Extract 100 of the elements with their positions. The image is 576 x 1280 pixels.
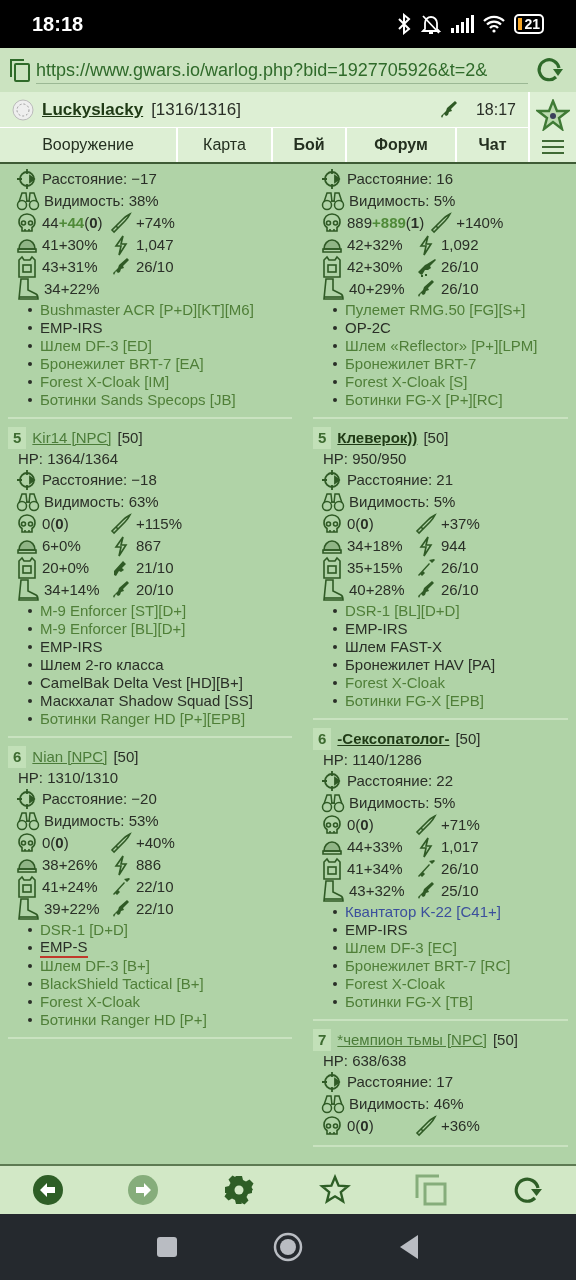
back-button[interactable] <box>31 1174 64 1206</box>
equipment-link[interactable]: Шлем DF-3 [ED] <box>40 337 152 355</box>
favorites-button[interactable] <box>536 99 570 131</box>
vest-icon <box>16 255 38 279</box>
skull-icon <box>321 814 343 836</box>
equipment-link[interactable]: Forest X-Cloak <box>345 674 446 692</box>
equipment-link[interactable]: DSR-1 [D+D] <box>40 921 128 939</box>
recents-button[interactable] <box>156 1236 178 1258</box>
equipment-link[interactable]: Шлем «Reflector» [P+][LPM] <box>345 337 538 355</box>
equipment-link[interactable]: Бронежилет BRT-7 <box>345 355 477 373</box>
stat-value: 43+31% <box>42 256 98 277</box>
stat-value: 38+26% <box>42 854 98 875</box>
equipment-link[interactable]: Forest X-Cloak <box>40 993 141 1011</box>
equipment-link[interactable]: Forest X-Cloak [IM] <box>40 373 170 391</box>
equipment-link[interactable]: Bushmaster ACR [P+D][KT][M6] <box>40 301 254 319</box>
nav-tab[interactable]: Форум <box>347 128 457 162</box>
equipment-link[interactable]: BlackShield Tactical [B+] <box>40 975 204 993</box>
visibility-text: Видимость: 38% <box>44 190 159 211</box>
equipment-link[interactable]: Ботинки Ranger HD [P+][EPB] <box>40 710 246 728</box>
bluetooth-icon <box>396 13 413 35</box>
vest-icon <box>321 556 343 580</box>
fighter-level: [50] <box>492 1029 518 1050</box>
turn-number: 6 <box>8 746 27 768</box>
equipment-link[interactable]: Ботинки FG-X [TB] <box>345 993 473 1011</box>
equipment-link[interactable]: Ботинки FG-X [P+][RC] <box>345 391 503 409</box>
target-icon <box>321 469 343 491</box>
fighter-name-link[interactable]: *чемпион тьмы [NPC] <box>337 1028 487 1052</box>
target-icon <box>16 469 38 491</box>
fighter-level: [50] <box>117 427 143 448</box>
equipment-link[interactable]: Бронежилет BRT-7 [EA] <box>40 355 204 373</box>
equipment-link[interactable]: Бронежилет BRT-7 [RC] <box>345 957 511 975</box>
list-bullet <box>28 982 32 986</box>
equipment-link[interactable]: Бронежилет HAV [PA] <box>345 656 496 674</box>
list-bullet <box>333 362 337 366</box>
equipment-link[interactable]: Маскхалат Shadow Squad [SS] <box>40 692 253 710</box>
boot-icon <box>321 879 345 903</box>
equipment-link[interactable]: Пулемет RMG.50 [FG][S+] <box>345 301 526 319</box>
equipment-link[interactable]: EMP-IRS <box>40 638 103 656</box>
equipment-link[interactable]: M-9 Enforcer [ST][D+] <box>40 602 187 620</box>
equipment-link[interactable]: DSR-1 [BL][D+D] <box>345 602 460 620</box>
equipment-link[interactable]: OP-2C <box>345 319 391 337</box>
bullet-icon <box>415 1115 437 1137</box>
fighter-name-link[interactable]: Nian [NPC] <box>32 745 108 769</box>
bookmark-button[interactable] <box>318 1174 351 1206</box>
binoculars-icon <box>321 492 345 512</box>
list-bullet <box>333 645 337 649</box>
home-button[interactable] <box>273 1232 303 1262</box>
signal-icon <box>450 14 475 34</box>
user-link[interactable]: Luckyslacky <box>42 96 144 123</box>
fighter-name-link[interactable]: Клеверок)) <box>337 426 418 450</box>
equipment-link[interactable]: Квантатор K-22 [C41+] <box>345 903 501 921</box>
distance-text: Расстояние: 22 <box>347 770 454 791</box>
bullet-icon <box>415 814 437 836</box>
stat-value: 1,047 <box>136 234 174 255</box>
target-icon <box>321 168 343 190</box>
equipment-link[interactable]: EMP-IRS <box>345 620 408 638</box>
menu-button[interactable] <box>541 139 565 155</box>
list-bullet <box>333 398 337 402</box>
list-bullet <box>333 1000 337 1004</box>
equipment-link[interactable]: EMP-IRS <box>345 921 408 939</box>
nav-tab[interactable]: Бой <box>273 128 347 162</box>
list-bullet <box>333 308 337 312</box>
fighter-level: [50] <box>455 728 481 749</box>
equipment-link[interactable]: Шлем FAST-X <box>345 638 442 656</box>
equipment-link[interactable]: M-9 Enforcer [BL][D+] <box>40 620 186 638</box>
nav-tab[interactable]: Чат <box>457 128 528 162</box>
equipment-link[interactable]: Шлем DF-3 [B+] <box>40 957 150 975</box>
list-bullet <box>333 946 337 950</box>
distance-text: Расстояние: −17 <box>42 168 157 189</box>
equipment-link[interactable]: Ботинки FG-X [EPB] <box>345 692 484 710</box>
list-bullet <box>333 910 337 914</box>
fighter-name-link[interactable]: Kir14 [NPC] <box>32 426 112 450</box>
equipment-link[interactable]: EMP-IRS <box>40 319 103 337</box>
stat-value: 44+33% <box>347 836 403 857</box>
list-bullet <box>28 663 32 667</box>
equipment-link[interactable]: Шлем 2-го класса <box>40 656 164 674</box>
star-icon <box>318 1174 351 1206</box>
fighter-name-link[interactable]: -Сексопатолог- <box>337 727 450 751</box>
equipment-link[interactable]: CamelBak Delta Vest [HD][B+] <box>40 674 243 692</box>
stat-value: 40+28% <box>349 579 405 600</box>
equipment-link[interactable]: Ботинки Ranger HD [P+] <box>40 1011 207 1029</box>
back-nav-button[interactable] <box>398 1234 420 1260</box>
nav-tab[interactable]: Вооружение <box>0 128 178 162</box>
stat-value: +140% <box>456 212 504 233</box>
equipment-link[interactable]: Forest X-Cloak <box>345 975 446 993</box>
equipment-link[interactable]: EMP-S <box>40 938 88 958</box>
equipment-link[interactable]: Ботинки Sands Specops [JB] <box>40 391 236 409</box>
star-icon <box>536 99 570 131</box>
list-bullet <box>28 946 32 950</box>
vest-icon <box>321 255 343 279</box>
settings-button[interactable] <box>223 1174 256 1206</box>
equipment-link[interactable]: Шлем DF-3 [EC] <box>345 939 457 957</box>
copy-icon <box>414 1173 449 1207</box>
stat-value: 40+29% <box>349 278 405 299</box>
visibility-text: Видимость: 46% <box>349 1093 464 1114</box>
stat-value: 0(0) <box>347 513 374 534</box>
battle-time: 18:17 <box>475 99 516 120</box>
list-bullet <box>333 627 337 631</box>
equipment-link[interactable]: Forest X-Cloak [S] <box>345 373 468 391</box>
nav-tab[interactable]: Карта <box>178 128 273 162</box>
